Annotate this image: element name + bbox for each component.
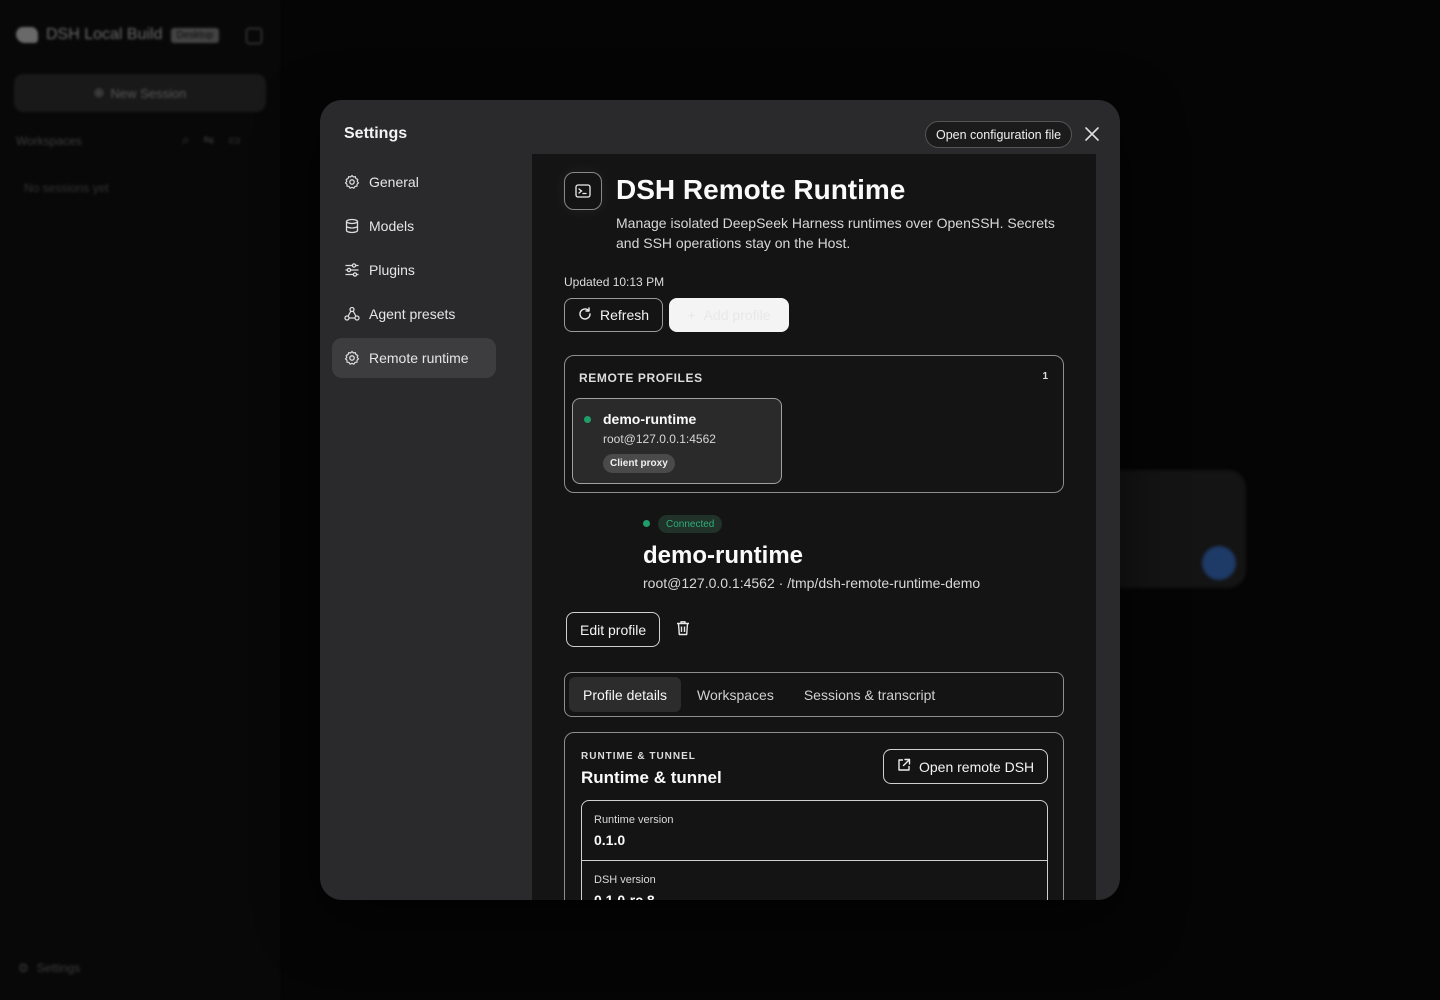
- settings-nav: General Models Plugins Agent presets Rem…: [332, 162, 496, 382]
- profile-tabs: Profile details Workspaces Sessions & tr…: [564, 672, 1064, 717]
- updated-timestamp: Updated 10:13 PM: [564, 275, 665, 289]
- page-title: DSH Remote Runtime: [616, 174, 906, 205]
- workspaces-label: Workspaces: [16, 134, 82, 148]
- new-session-button: ⊕ New Session: [14, 74, 266, 112]
- open-remote-label: Open remote DSH: [919, 758, 1035, 775]
- modal-title: Settings: [344, 125, 408, 142]
- profile-detail-name: demo-runtime: [643, 542, 804, 569]
- whale-logo-icon: [16, 27, 38, 43]
- plus-icon: +: [687, 307, 696, 323]
- nav-item-remote-runtime[interactable]: Remote runtime: [332, 338, 496, 378]
- app-title: DSH Local Build: [46, 26, 163, 43]
- profiles-count: 1: [1042, 371, 1048, 382]
- no-sessions-text: No sessions yet: [24, 181, 109, 195]
- add-profile-button[interactable]: + Add profile: [669, 298, 789, 332]
- gear-icon: [344, 350, 360, 366]
- profile-host: root@127.0.0.1:4562: [603, 432, 716, 446]
- refresh-label: Refresh: [600, 307, 650, 323]
- profile-detail-host: root@127.0.0.1:4562 · /tmp/dsh-remote-ru…: [643, 575, 981, 591]
- runtime-kv-list: Runtime version 0.1.0 DSH version 0.1.0-…: [581, 800, 1048, 900]
- add-profile-label: Add profile: [703, 307, 771, 323]
- search-icon: ⌕: [182, 132, 190, 147]
- kv-row: DSH version 0.1.0-rc.8: [582, 861, 1047, 900]
- kv-key: DSH version: [594, 874, 656, 886]
- external-link-icon: [897, 758, 911, 775]
- new-folder-icon: ▭: [228, 132, 241, 147]
- nav-item-plugins[interactable]: Plugins: [332, 250, 496, 290]
- sidebar-settings: ⚙ Settings: [18, 961, 80, 975]
- agent-icon: [344, 306, 360, 322]
- sliders-icon: [344, 262, 360, 278]
- background-sidebar: DSH Local Build Desktop ⊕ New Session Wo…: [0, 0, 280, 1000]
- close-icon[interactable]: [1082, 124, 1102, 144]
- connected-dot-icon: [643, 520, 650, 527]
- tab-profile-details[interactable]: Profile details: [569, 677, 682, 712]
- runtime-title: Runtime & tunnel: [581, 768, 722, 787]
- tab-workspaces[interactable]: Workspaces: [683, 677, 788, 712]
- nav-item-label: Agent presets: [369, 306, 456, 322]
- tab-sessions-transcript[interactable]: Sessions & transcript: [790, 677, 950, 712]
- kv-row: Runtime version 0.1.0: [582, 801, 1047, 861]
- runtime-eyebrow: RUNTIME & TUNNEL: [581, 751, 696, 762]
- kv-value: 0.1.0: [594, 832, 626, 848]
- send-icon: [1202, 546, 1236, 580]
- database-icon: [344, 218, 360, 234]
- terminal-icon: [564, 172, 602, 210]
- open-remote-button[interactable]: Open remote DSH: [883, 749, 1049, 784]
- new-session-label: New Session: [110, 85, 187, 101]
- kv-value: 0.1.0-rc.8: [594, 892, 655, 900]
- open-config-button[interactable]: Open configuration file: [925, 121, 1073, 148]
- refresh-icon: [578, 306, 592, 324]
- app-logo: DSH Local Build Desktop: [16, 26, 220, 44]
- nav-item-agent-presets[interactable]: Agent presets: [332, 294, 496, 334]
- edit-profile-button[interactable]: Edit profile: [566, 612, 661, 647]
- runtime-tunnel-panel: RUNTIME & TUNNEL Runtime & tunnel Open r…: [564, 732, 1064, 900]
- sidebar-collapse-icon: [246, 28, 262, 44]
- plus-circle-icon: ⊕: [93, 85, 105, 100]
- filter-icon: ⇋: [203, 132, 215, 147]
- sidebar-settings-label: Settings: [36, 961, 81, 975]
- gear-icon: ⚙: [18, 961, 29, 975]
- status-dot-icon: [584, 416, 591, 423]
- nav-item-models[interactable]: Models: [332, 206, 496, 246]
- nav-item-label: Models: [369, 218, 415, 234]
- settings-modal: Settings Open configuration file General…: [320, 100, 1120, 900]
- build-badge: Desktop: [170, 27, 220, 43]
- nav-item-label: General: [369, 174, 419, 190]
- profiles-heading: REMOTE PROFILES: [579, 371, 703, 385]
- workspace-tools: ⌕ ⇋ ▭: [182, 132, 240, 148]
- nav-item-label: Plugins: [369, 262, 415, 278]
- page-description: Manage isolated DeepSeek Harness runtime…: [616, 215, 1055, 251]
- profile-card[interactable]: demo-runtime root@127.0.0.1:4562 Client …: [572, 398, 782, 484]
- nav-item-label: Remote runtime: [369, 350, 469, 366]
- trash-icon[interactable]: [676, 620, 692, 638]
- status-badge: Connected: [658, 515, 723, 533]
- gear-icon: [344, 174, 360, 190]
- profile-name: demo-runtime: [603, 411, 697, 427]
- profile-chip: Client proxy: [603, 454, 675, 473]
- nav-item-general[interactable]: General: [332, 162, 496, 202]
- refresh-button[interactable]: Refresh: [564, 298, 664, 332]
- remote-profiles-panel: REMOTE PROFILES 1 demo-runtime root@127.…: [564, 355, 1064, 493]
- settings-content: DSH Remote Runtime Manage isolated DeepS…: [532, 154, 1096, 900]
- kv-key: Runtime version: [594, 814, 674, 826]
